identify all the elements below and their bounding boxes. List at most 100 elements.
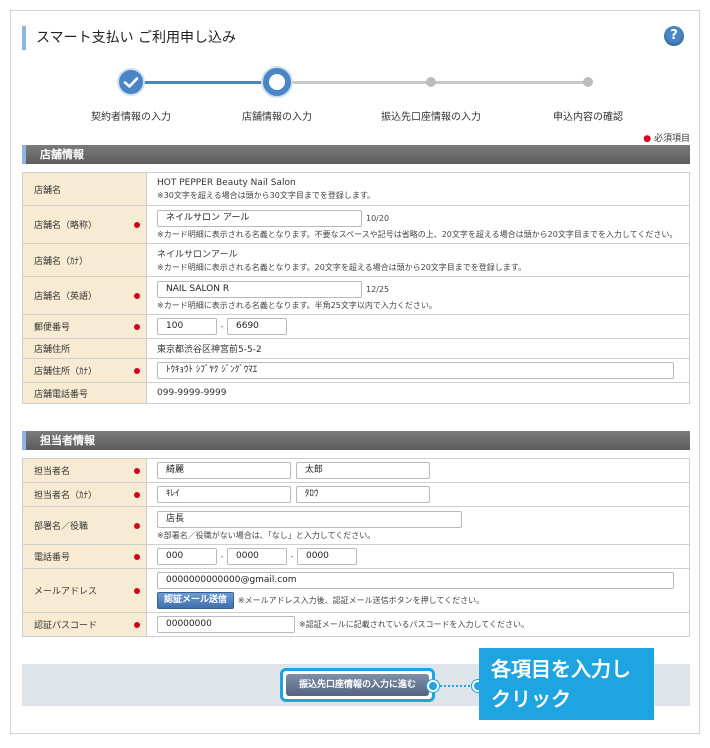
store-en-input[interactable]: NAIL SALON R [157, 280, 362, 298]
store-info-table: 店舗名 HOT PEPPER Beauty Nail Salon ※30文字を超… [22, 172, 690, 404]
email-input[interactable]: 0000000000000@gmail.com [157, 572, 674, 589]
row-email: メールアドレス 0000000000000@gmail.com 認証メール送信 … [22, 568, 690, 613]
store-en-count: 12/25 [366, 284, 390, 294]
step-3-label: 振込先口座情報の入力 [381, 112, 481, 123]
department-label: 部署名／役職 [22, 506, 147, 545]
help-icon[interactable]: ? [664, 26, 684, 46]
store-kana-label-text: 店舗名（ｶﾅ） [34, 256, 89, 267]
row-store-name: 店舗名 HOT PEPPER Beauty Nail Salon ※30文字を超… [22, 172, 690, 206]
row-contact-kana: 担当者名（ｶﾅ） ｷﾚｲ ﾀﾛｳ [22, 482, 690, 507]
store-name-label-text: 店舗名 [34, 185, 62, 196]
step-3-dot-icon [426, 77, 436, 87]
address-label-text: 店舗住所 [34, 345, 71, 355]
required-dot-icon [134, 587, 140, 594]
phone-dash: - [220, 551, 224, 562]
department-cell: 店長 ※部署名／役職がない場合は、「なし」と入力してください。 [146, 506, 690, 545]
postal-label-text: 郵便番号 [34, 323, 71, 333]
contact-last-kana-input[interactable]: ｷﾚｲ [157, 486, 291, 503]
email-cell: 0000000000000@gmail.com 認証メール送信 ※メールアドレス… [146, 568, 690, 613]
row-phone: 電話番号 000-0000-0000 [22, 544, 690, 569]
phone-part3-input[interactable]: 0000 [297, 548, 357, 565]
step-1-label: 契約者情報の入力 [91, 112, 171, 123]
postal-first-input[interactable]: 100 [157, 318, 217, 335]
store-en-label-text: 店舗名（英語） [34, 292, 98, 302]
required-dot-icon [134, 221, 140, 228]
phone-part2-input[interactable]: 0000 [227, 548, 287, 565]
store-phone-value: 099-9999-9999 [146, 382, 690, 404]
postal-cell: 100-6690 [146, 314, 690, 339]
required-dot-icon [134, 553, 140, 560]
contact-first-name-input[interactable]: 太郎 [295, 462, 430, 479]
store-short-input[interactable]: ネイルサロン アール [157, 209, 362, 227]
passcode-label: 認証パスコード [22, 612, 147, 637]
passcode-note: ※認証メールに記載されているパスコードを入力してください。 [299, 620, 529, 629]
department-note: ※部署名／役職がない場合は、「なし」と入力してください。 [157, 530, 376, 540]
email-label-text: メールアドレス [34, 587, 98, 597]
callout-line-2: クリック [491, 687, 571, 711]
row-contact-name: 担当者名 綺麗 太郎 [22, 458, 690, 483]
step-1-check-icon [117, 68, 145, 96]
row-postal: 郵便番号 100-6690 [22, 314, 690, 339]
row-passcode: 認証パスコード 00000000 ※認証メールに記載されているパスコードを入力して… [22, 612, 690, 637]
address-label: 店舗住所 [22, 338, 147, 359]
store-short-label: 店舗名（略称） [22, 205, 147, 244]
passcode-input[interactable]: 00000000 [157, 616, 295, 633]
connector-dot-icon [427, 680, 439, 692]
store-kana-label: 店舗名（ｶﾅ） [22, 243, 147, 277]
contact-name-label-text: 担当者名 [34, 467, 71, 477]
store-section-heading: 店舗情報 [22, 145, 690, 164]
store-short-note: ※カード明細に表示される名義となります。不要なスペースや記号は省略の上、20文字… [157, 229, 678, 239]
store-name-cell: HOT PEPPER Beauty Nail Salon ※30文字を超える場合… [146, 172, 690, 206]
store-en-label: 店舗名（英語） [22, 276, 147, 315]
postal-second-input[interactable]: 6690 [227, 318, 287, 335]
contact-last-name-input[interactable]: 綺麗 [157, 462, 291, 479]
step-2-current-icon [263, 68, 291, 96]
contact-name-label: 担当者名 [22, 458, 147, 483]
address-kana-cell: ﾄｳｷｮｳﾄ ｼﾌﾞﾔｸ ｼﾞﾝｸﾞｳﾏｴ [146, 358, 690, 383]
step-line-done [131, 81, 277, 84]
next-button-highlight: 振込先口座情報の入力に進む [280, 668, 435, 702]
instruction-callout: 各項目を入力し クリック [479, 648, 654, 720]
phone-dash: - [290, 551, 294, 562]
callout-line-1: 各項目を入力し [491, 657, 631, 681]
required-dot-icon [134, 621, 140, 628]
department-label-text: 部署名／役職 [34, 522, 89, 532]
contact-name-cell: 綺麗 太郎 [146, 458, 690, 483]
email-note: ※メールアドレス入力後、認証メール送信ボタンを押してください。 [237, 596, 485, 605]
send-auth-mail-button[interactable]: 認証メール送信 [157, 592, 235, 609]
store-name-value: HOT PEPPER Beauty Nail Salon [157, 177, 296, 188]
store-name-label: 店舗名 [22, 172, 147, 206]
address-kana-label: 店舗住所（ｶﾅ） [22, 358, 147, 383]
row-store-phone: 店舗電話番号 099-9999-9999 [22, 382, 690, 404]
address-kana-input[interactable]: ﾄｳｷｮｳﾄ ｼﾌﾞﾔｸ ｼﾞﾝｸﾞｳﾏｴ [157, 362, 674, 379]
postal-dash: - [220, 321, 224, 332]
store-short-label-text: 店舗名（略称） [34, 221, 98, 231]
next-step-button[interactable]: 振込先口座情報の入力に進む [286, 674, 429, 696]
row-store-en: 店舗名（英語） NAIL SALON R 12/25 ※カード明細に表示される名義… [22, 276, 690, 315]
required-dot-icon: ● [643, 134, 652, 144]
required-dot-icon [134, 467, 140, 474]
row-department: 部署名／役職 店長 ※部署名／役職がない場合は、「なし」と入力してください。 [22, 506, 690, 545]
department-input[interactable]: 店長 [157, 510, 462, 528]
store-kana-note: ※カード明細に表示される名義となります。20文字を超える場合は頭から20文字目ま… [157, 263, 526, 272]
page-title: スマート支払い ご利用申し込み [22, 26, 236, 50]
phone-part1-input[interactable]: 000 [157, 548, 217, 565]
store-short-count: 10/20 [366, 213, 390, 223]
store-en-note: ※カード明細に表示される名義となります。半角25文字以内で入力ください。 [157, 300, 437, 310]
address-value: 東京都渋谷区神宮前5-5-2 [146, 338, 690, 359]
contact-kana-cell: ｷﾚｲ ﾀﾛｳ [146, 482, 690, 507]
row-store-kana: 店舗名（ｶﾅ） ネイルサロンアール ※カード明細に表示される名義となります。20… [22, 243, 690, 277]
postal-label: 郵便番号 [22, 314, 147, 339]
store-kana-cell: ネイルサロンアール ※カード明細に表示される名義となります。20文字を超える場合… [146, 243, 690, 277]
store-en-cell: NAIL SALON R 12/25 ※カード明細に表示される名義となります。半角… [146, 276, 690, 315]
contact-kana-label: 担当者名（ｶﾅ） [22, 482, 147, 507]
address-kana-label-text: 店舗住所（ｶﾅ） [34, 367, 98, 377]
phone-cell: 000-0000-0000 [146, 544, 690, 569]
step-2-label: 店舗情報の入力 [242, 112, 312, 123]
contact-first-kana-input[interactable]: ﾀﾛｳ [295, 486, 430, 503]
step-4-dot-icon [583, 77, 593, 87]
store-name-note: ※30文字を超える場合は頭から30文字目までを登録します。 [157, 190, 376, 200]
store-short-cell: ネイルサロン アール 10/20 ※カード明細に表示される名義となります。不要なス… [146, 205, 690, 244]
store-kana-value: ネイルサロンアール [157, 250, 238, 260]
required-dot-icon [134, 323, 140, 330]
